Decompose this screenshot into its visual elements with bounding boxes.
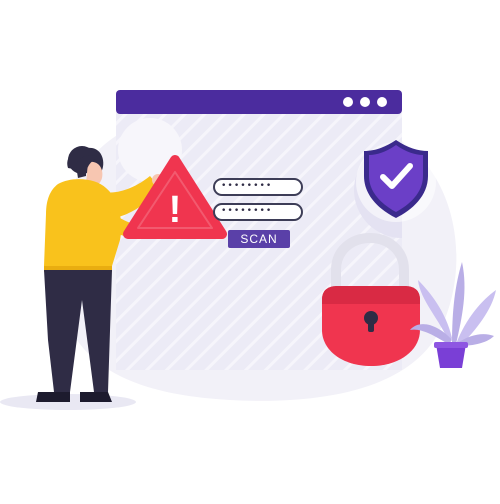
warning-glyph: ! bbox=[169, 189, 182, 231]
password-field-2[interactable]: •••••••• bbox=[213, 203, 303, 221]
scan-button[interactable]: SCAN bbox=[228, 230, 290, 248]
window-dots-icon bbox=[343, 97, 387, 107]
shield-check-icon bbox=[356, 140, 436, 222]
illustration-svg: ! bbox=[0, 90, 496, 410]
illustration-scene: ! •••••••• •••••••• SCAN bbox=[0, 0, 500, 500]
window-title-bar bbox=[116, 90, 402, 114]
password-field-1[interactable]: •••••••• bbox=[213, 178, 303, 196]
